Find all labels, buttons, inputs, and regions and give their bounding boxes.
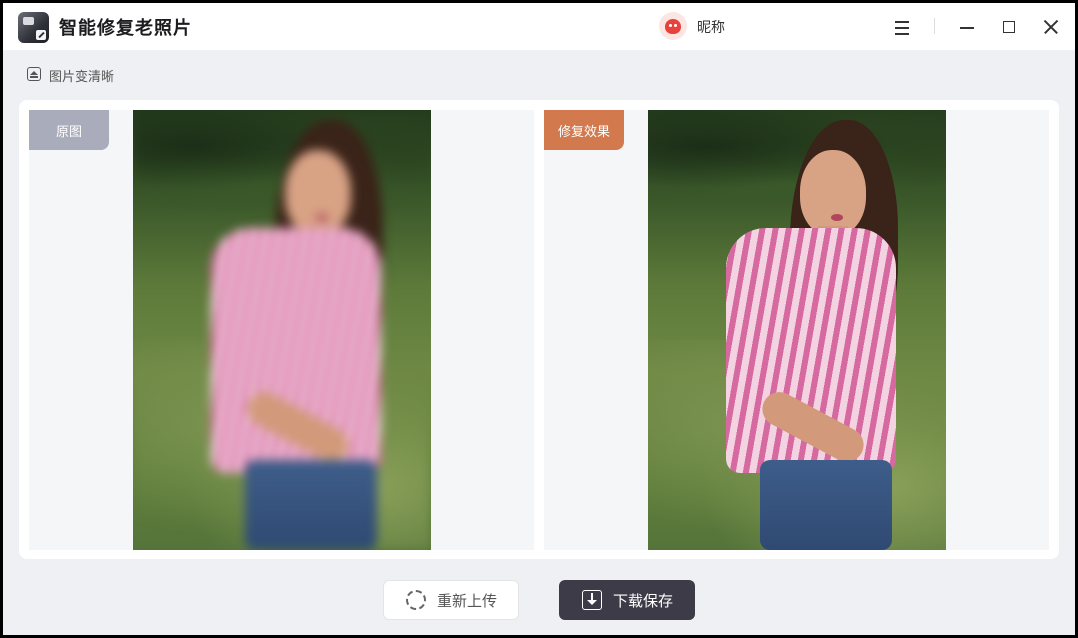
restored-photo [648,110,946,550]
home-icon[interactable] [25,66,43,84]
menu-button[interactable] [887,12,917,42]
reupload-label: 重新上传 [436,591,497,610]
download-icon [581,589,603,611]
save-label: 下载保存 [612,591,673,610]
close-button[interactable] [1036,12,1066,42]
user-nickname[interactable]: 昵称 [697,17,725,37]
original-pane: 原图 [29,110,534,550]
compare-panel: 原图 修复效果 [19,100,1059,559]
refresh-icon [405,589,427,611]
original-photo [133,110,431,550]
restored-pane: 修复效果 [544,110,1049,550]
title-bar: 智能修复老照片 昵称 [3,3,1075,50]
minimize-button[interactable] [952,12,982,42]
breadcrumb[interactable]: 图片变清晰 [25,65,114,85]
reupload-button[interactable]: 重新上传 [383,580,519,620]
maximize-button[interactable] [994,12,1024,42]
download-save-button[interactable]: 下载保存 [559,580,695,620]
app-window: 智能修复老照片 昵称 图片变清晰 原图 修复效果 重新上传 下载保存 [3,3,1075,635]
bird-avatar-icon [665,19,681,34]
avatar[interactable] [659,12,687,40]
app-logo-icon [18,12,49,43]
title-divider [934,18,935,34]
breadcrumb-label: 图片变清晰 [49,69,115,85]
original-tag: 原图 [29,110,109,150]
restored-tag: 修复效果 [544,110,624,150]
app-title: 智能修复老照片 [59,18,192,39]
